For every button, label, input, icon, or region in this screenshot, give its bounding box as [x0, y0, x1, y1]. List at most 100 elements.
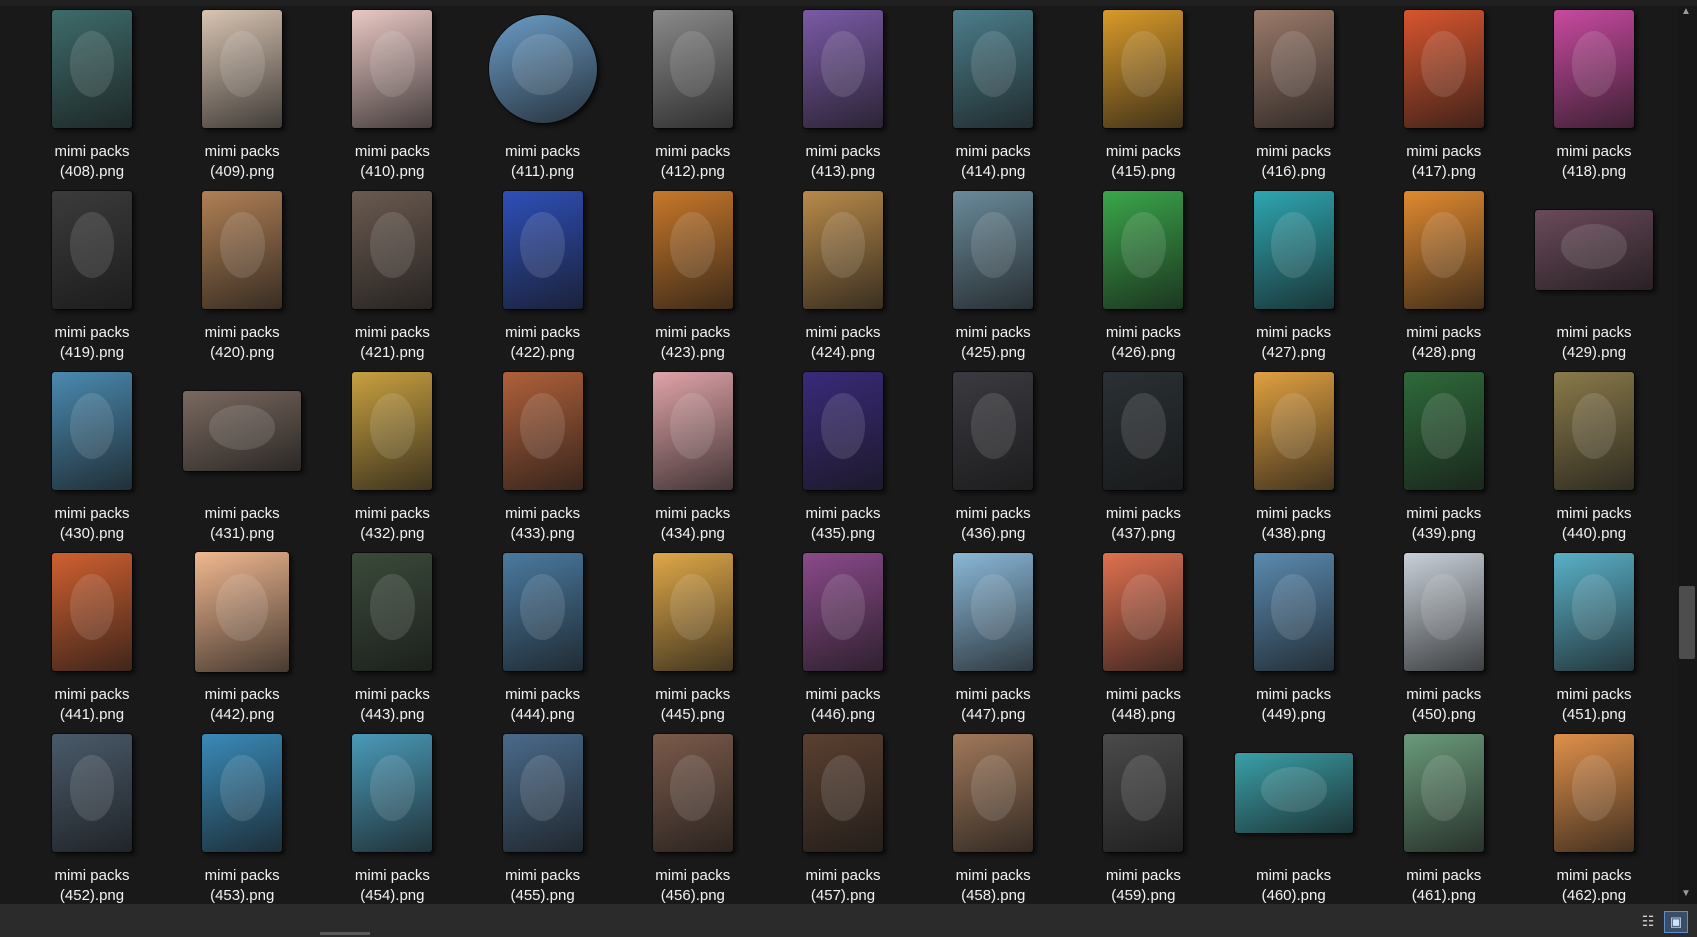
file-item[interactable]: mimi packs (452).png — [17, 730, 167, 904]
file-name-line2: (451).png — [1561, 705, 1627, 723]
file-name-label: mimi packs (443).png — [317, 685, 467, 724]
file-item[interactable]: mimi packs (451).png — [1519, 549, 1669, 730]
file-item[interactable]: mimi packs (456).png — [618, 730, 768, 904]
file-thumbnail — [803, 553, 883, 671]
file-name-line2: (421).png — [360, 343, 425, 361]
file-name-label: mimi packs (456).png — [618, 866, 768, 904]
file-item[interactable]: mimi packs (431).png — [167, 368, 317, 549]
thumbnail-frame — [1369, 732, 1519, 854]
file-item[interactable]: mimi packs (419).png — [17, 187, 167, 368]
file-item[interactable]: mimi packs (453).png — [167, 730, 317, 904]
file-item[interactable]: mimi packs (447).png — [918, 549, 1068, 730]
file-name-line2: (428).png — [1411, 343, 1476, 361]
thumbnail-frame — [167, 8, 317, 130]
file-item[interactable]: mimi packs (427).png — [1219, 187, 1369, 368]
file-name-label: mimi packs (428).png — [1369, 323, 1519, 362]
file-item[interactable]: mimi packs (428).png — [1369, 187, 1519, 368]
file-item[interactable]: mimi packs (414).png — [918, 6, 1068, 187]
large-icons-view-button[interactable]: ▣ — [1664, 911, 1688, 933]
file-item[interactable]: mimi packs (443).png — [317, 549, 467, 730]
file-item[interactable]: mimi packs (410).png — [317, 6, 467, 187]
file-item[interactable]: mimi packs (455).png — [468, 730, 618, 904]
file-thumbnail — [1403, 734, 1484, 852]
scroll-up-arrow-icon[interactable]: ▲ — [1681, 6, 1691, 17]
file-item[interactable]: mimi packs (411).png — [468, 6, 618, 187]
file-thumbnail — [502, 191, 583, 309]
file-item[interactable]: mimi packs (454).png — [317, 730, 467, 904]
file-thumbnail — [803, 734, 883, 852]
file-name-line1: mimi packs — [354, 143, 430, 160]
file-item[interactable]: mimi packs (442).png — [167, 549, 317, 730]
file-name-label: mimi packs (444).png — [468, 685, 618, 724]
file-item[interactable]: mimi packs (441).png — [17, 549, 167, 730]
file-item[interactable]: mimi packs (435).png — [768, 368, 918, 549]
thumbnail-frame — [1219, 551, 1369, 673]
file-name-label: mimi packs (411).png — [468, 142, 618, 181]
file-item[interactable]: mimi packs (440).png — [1519, 368, 1669, 549]
scroll-down-arrow-icon[interactable]: ▼ — [1681, 888, 1691, 899]
details-view-button[interactable]: ☷ — [1638, 912, 1658, 930]
file-item[interactable]: mimi packs (437).png — [1068, 368, 1218, 549]
file-item[interactable]: mimi packs (457).png — [768, 730, 918, 904]
file-item[interactable]: mimi packs (436).png — [918, 368, 1068, 549]
file-item[interactable]: mimi packs (432).png — [317, 368, 467, 549]
file-item[interactable]: mimi packs (412).png — [618, 6, 768, 187]
file-item[interactable]: mimi packs (439).png — [1369, 368, 1519, 549]
file-item[interactable]: mimi packs (424).png — [768, 187, 918, 368]
file-item[interactable]: mimi packs (429).png — [1519, 187, 1669, 368]
file-item[interactable]: mimi packs (416).png — [1219, 6, 1369, 187]
file-thumbnail — [502, 553, 583, 671]
file-item[interactable]: mimi packs (420).png — [167, 187, 317, 368]
scrollbar-thumb[interactable] — [1679, 586, 1695, 659]
file-thumbnail — [352, 191, 433, 309]
thumbnail-frame — [768, 370, 918, 492]
file-name-label: mimi packs (450).png — [1369, 685, 1519, 724]
thumbnail-frame — [468, 189, 618, 311]
vertical-scrollbar[interactable]: ▲ ▼ — [1677, 6, 1697, 904]
file-item[interactable]: mimi packs (461).png — [1369, 730, 1519, 904]
file-name-line1: mimi packs — [1406, 686, 1482, 703]
file-item[interactable]: mimi packs (448).png — [1068, 549, 1218, 730]
file-item[interactable]: mimi packs (408).png — [17, 6, 167, 187]
file-item[interactable]: mimi packs (462).png — [1519, 730, 1669, 904]
file-item[interactable]: mimi packs (460).png — [1219, 730, 1369, 904]
file-name-line2: (438).png — [1261, 524, 1326, 542]
file-item[interactable]: mimi packs (430).png — [17, 368, 167, 549]
file-item[interactable]: mimi packs (426).png — [1068, 187, 1218, 368]
file-name-line2: (449).png — [1261, 705, 1326, 723]
file-item[interactable]: mimi packs (449).png — [1219, 549, 1369, 730]
file-name-line2: (441).png — [59, 705, 125, 723]
file-item[interactable]: mimi packs (413).png — [768, 6, 918, 187]
file-thumbnail — [803, 372, 883, 490]
thumbnail-frame — [17, 8, 167, 130]
file-item[interactable]: mimi packs (422).png — [468, 187, 618, 368]
thumbnail-frame — [17, 370, 167, 492]
file-item[interactable]: mimi packs (409).png — [167, 6, 317, 187]
file-item[interactable]: mimi packs (445).png — [618, 549, 768, 730]
file-item[interactable]: mimi packs (434).png — [618, 368, 768, 549]
file-name-line2: (426).png — [1111, 343, 1176, 361]
thumbnail-frame — [618, 189, 768, 311]
file-name-label: mimi packs (454).png — [317, 866, 467, 904]
file-item[interactable]: mimi packs (450).png — [1369, 549, 1519, 730]
file-item[interactable]: mimi packs (418).png — [1519, 6, 1669, 187]
file-name-label: mimi packs (440).png — [1519, 504, 1669, 543]
file-item[interactable]: mimi packs (459).png — [1068, 730, 1218, 904]
file-item[interactable]: mimi packs (444).png — [468, 549, 618, 730]
file-name-line1: mimi packs — [805, 686, 881, 703]
file-item[interactable]: mimi packs (446).png — [768, 549, 918, 730]
file-item[interactable]: mimi packs (421).png — [317, 187, 467, 368]
file-name-label: mimi packs (458).png — [918, 866, 1068, 904]
file-name-line2: (445).png — [660, 705, 725, 723]
file-name-line2: (461).png — [1411, 886, 1476, 904]
thumbnail-frame — [768, 551, 918, 673]
file-item[interactable]: mimi packs (438).png — [1219, 368, 1369, 549]
file-item[interactable]: mimi packs (425).png — [918, 187, 1068, 368]
file-item[interactable]: mimi packs (415).png — [1068, 6, 1218, 187]
file-item[interactable]: mimi packs (433).png — [468, 368, 618, 549]
file-item[interactable]: mimi packs (458).png — [918, 730, 1068, 904]
file-name-line1: mimi packs — [1406, 505, 1482, 522]
file-item[interactable]: mimi packs (417).png — [1369, 6, 1519, 187]
file-name-line1: mimi packs — [505, 867, 581, 884]
file-item[interactable]: mimi packs (423).png — [618, 187, 768, 368]
